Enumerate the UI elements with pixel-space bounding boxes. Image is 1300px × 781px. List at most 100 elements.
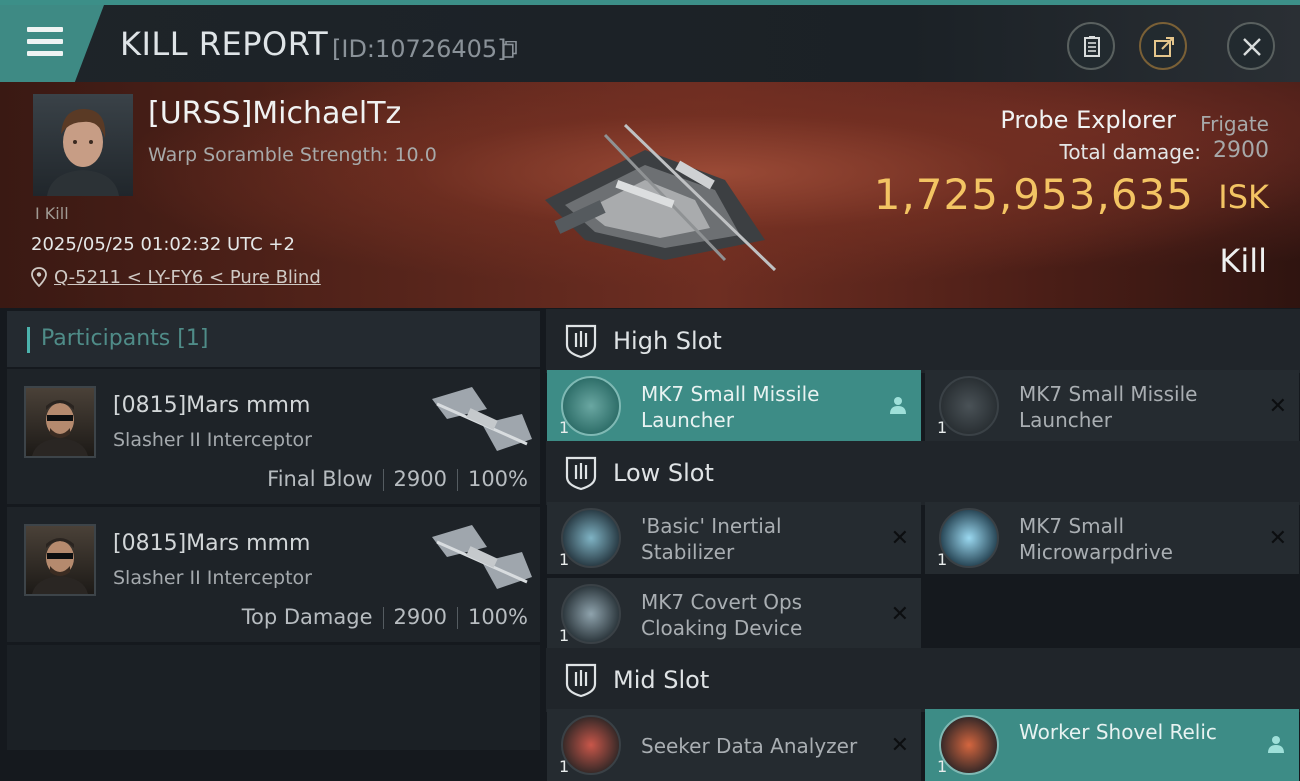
participant-avatar[interactable] bbox=[24, 524, 96, 596]
item-quantity: 1 bbox=[559, 550, 570, 569]
slot-item[interactable]: 1 'Basic' Inertial Stabilizer ✕ bbox=[547, 502, 921, 574]
hamburger-icon bbox=[27, 27, 63, 57]
share-button[interactable] bbox=[1139, 22, 1187, 70]
cloaking-device-icon bbox=[561, 584, 621, 644]
participant-avatar[interactable] bbox=[24, 386, 96, 458]
kill-datetime: 2025/05/25 01:02:32 UTC +2 bbox=[31, 234, 295, 255]
participants-count: [1] bbox=[177, 326, 209, 351]
user-icon bbox=[890, 397, 906, 414]
low-slot-header: Low Slot bbox=[546, 441, 1300, 505]
item-name: MK7 Covert Ops Cloaking Device bbox=[641, 590, 803, 640]
destroyed-icon: ✕ bbox=[890, 526, 909, 551]
participant-role: Final Blow bbox=[267, 467, 373, 491]
participant-ship: Slasher II Interceptor bbox=[113, 429, 312, 451]
result-label: Kill bbox=[1219, 242, 1267, 280]
participant-damage: 2900 bbox=[393, 605, 447, 629]
item-quantity: 1 bbox=[559, 418, 570, 437]
kill-count: I Kill bbox=[35, 204, 69, 223]
total-damage-label: Total damage: bbox=[1059, 140, 1202, 164]
clipboard-icon bbox=[1084, 36, 1100, 57]
menu-button[interactable] bbox=[0, 5, 104, 82]
user-icon bbox=[1268, 736, 1284, 753]
item-quantity: 1 bbox=[559, 626, 570, 645]
participant-damage: 2900 bbox=[393, 467, 447, 491]
participant-role: Top Damage bbox=[241, 605, 373, 629]
microwarpdrive-icon bbox=[939, 508, 999, 568]
item-quantity: 1 bbox=[937, 550, 948, 569]
mid-slot-label: Mid Slot bbox=[613, 666, 710, 694]
destroyed-icon: ✕ bbox=[1268, 394, 1287, 419]
isk-value: 1,725,953,635 bbox=[873, 170, 1194, 219]
location-pin-icon bbox=[31, 267, 47, 287]
item-quantity: 1 bbox=[937, 418, 948, 437]
item-quantity: 1 bbox=[559, 757, 570, 776]
warp-scramble-strength: Warp Soramble Strength: 10.0 bbox=[148, 144, 437, 166]
item-name: Worker Shovel Relic bbox=[1019, 720, 1217, 744]
stats-divider bbox=[382, 469, 384, 491]
low-slot-icon bbox=[565, 456, 597, 491]
share-icon bbox=[1154, 37, 1174, 57]
stats-divider bbox=[382, 607, 384, 629]
item-name: MK7 Small Missile Launcher bbox=[641, 382, 820, 432]
mid-slot-icon bbox=[565, 663, 597, 698]
participant-row[interactable]: [0815]Mars mmm Slasher II Interceptor To… bbox=[7, 507, 540, 642]
page-title: KILL REPORT bbox=[120, 25, 329, 63]
stats-divider bbox=[456, 469, 458, 491]
participant-row[interactable]: [0815]Mars mmm Slasher II Interceptor Fi… bbox=[7, 369, 540, 504]
participant-name[interactable]: [0815]Mars mmm bbox=[113, 393, 310, 418]
item-quantity: 1 bbox=[937, 757, 948, 776]
destroyed-icon: ✕ bbox=[890, 602, 909, 627]
slot-item[interactable]: 1 MK7 Small Missile Launcher bbox=[547, 370, 921, 442]
item-name: 'Basic' Inertial Stabilizer bbox=[641, 514, 782, 564]
high-slot-icon bbox=[565, 324, 597, 359]
participant-percent: 100% bbox=[467, 605, 528, 629]
victim-avatar[interactable] bbox=[33, 94, 133, 196]
high-slot-label: High Slot bbox=[613, 327, 722, 355]
mid-slot-header: Mid Slot bbox=[546, 648, 1300, 712]
item-name: MK7 Small Missile Launcher bbox=[1019, 382, 1198, 432]
top-bar: KILL REPORT [ID:10726405] bbox=[0, 0, 1300, 82]
data-analyzer-icon bbox=[561, 715, 621, 775]
participant-name[interactable]: [0815]Mars mmm bbox=[113, 531, 310, 556]
kill-location-link[interactable]: Q-5211 < LY-FY6 < Pure Blind bbox=[54, 267, 321, 288]
ship-class: Frigate bbox=[1200, 112, 1269, 136]
isk-unit: ISK bbox=[1218, 178, 1269, 216]
participants-header: Participants [1] bbox=[7, 311, 540, 367]
slot-item[interactable]: 1 MK7 Covert Ops Cloaking Device ✕ bbox=[547, 578, 921, 650]
item-name: Seeker Data Analyzer bbox=[641, 734, 858, 758]
slot-item[interactable]: 1 Worker Shovel Relic bbox=[925, 709, 1299, 781]
relic-analyzer-icon bbox=[939, 715, 999, 775]
missile-launcher-icon bbox=[561, 376, 621, 436]
participant-stats: Final Blow 2900 100% bbox=[267, 467, 528, 491]
slot-item[interactable]: 1 MK7 Small Microwarpdrive ✕ bbox=[925, 502, 1299, 574]
kill-banner: [URSS]MichaelTz Warp Soramble Strength: … bbox=[0, 82, 1300, 308]
close-button[interactable] bbox=[1227, 22, 1275, 70]
stats-divider bbox=[456, 607, 458, 629]
report-id: [ID:10726405] bbox=[332, 35, 507, 63]
ship-name[interactable]: Probe Explorer bbox=[1000, 106, 1176, 134]
total-damage-value: 2900 bbox=[1213, 138, 1269, 163]
participant-ship-image bbox=[432, 525, 532, 589]
item-name: MK7 Small Microwarpdrive bbox=[1019, 514, 1173, 564]
clipboard-button[interactable] bbox=[1067, 22, 1115, 70]
low-slot-label: Low Slot bbox=[613, 459, 714, 487]
victim-name[interactable]: [URSS]MichaelTz bbox=[148, 96, 401, 131]
participant-percent: 100% bbox=[467, 467, 528, 491]
destroyed-icon: ✕ bbox=[1268, 526, 1287, 551]
destroyed-icon: ✕ bbox=[890, 733, 909, 758]
participants-empty-area bbox=[7, 645, 540, 750]
participants-accent-bar bbox=[27, 327, 30, 353]
participant-ship-image bbox=[432, 387, 532, 451]
high-slot-header: High Slot bbox=[546, 309, 1300, 373]
inertial-stabilizer-icon bbox=[561, 508, 621, 568]
missile-launcher-icon bbox=[939, 376, 999, 436]
participant-ship: Slasher II Interceptor bbox=[113, 567, 312, 589]
close-icon bbox=[1243, 38, 1261, 56]
participants-title: Participants [1] bbox=[41, 326, 208, 351]
participants-title-text: Participants bbox=[41, 326, 171, 351]
participant-stats: Top Damage 2900 100% bbox=[242, 605, 528, 629]
slot-item[interactable]: 1 Seeker Data Analyzer ✕ bbox=[547, 709, 921, 781]
copy-icon[interactable] bbox=[503, 41, 517, 58]
victim-ship-image[interactable] bbox=[525, 110, 785, 280]
slot-item[interactable]: 1 MK7 Small Missile Launcher ✕ bbox=[925, 370, 1299, 442]
